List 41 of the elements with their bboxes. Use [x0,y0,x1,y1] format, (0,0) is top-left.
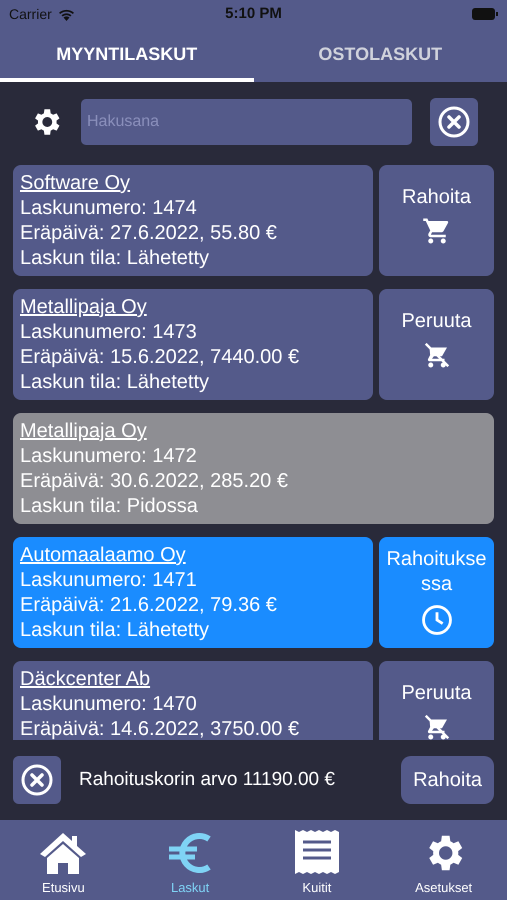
invoice-card[interactable]: Metallipaja Oy Laskunumero: 1473 Eräpäivä: 15.6.2022, 7440.00 € Laskun tila: Lähetetty [13,289,373,400]
invoice-action-button[interactable]: Rahoitukse ssa [379,537,494,648]
company-name[interactable]: Automaalaamo Oy [20,543,186,568]
invoice-status: Laskun tila: Lähetetty [20,618,210,643]
invoice-number: Laskunumero: 1474 [20,196,198,221]
invoice-status: Laskun tila: Lähetetty [20,246,210,271]
invoice-status: Laskun tila: Pidossa [20,494,199,519]
clock-icon [420,603,454,637]
wifi-icon [58,8,75,20]
invoice-number: Laskunumero: 1470 [20,692,198,717]
nav-tab[interactable]: Asetukset [380,820,507,900]
invoice-number: Laskunumero: 1473 [20,320,198,345]
nav-tab[interactable]: Kuitit [254,820,380,900]
due-date: Eräpäivä: 30.6.2022, 285.20 € [20,469,289,494]
nav-tab[interactable]: Etusivu [0,820,127,900]
tab[interactable]: MYYNTILASKUT [0,28,254,82]
basket-total: Rahoituskorin arvo 11190.00 € [79,768,336,792]
invoice-number: Laskunumero: 1472 [20,444,198,469]
due-date: Eräpäivä: 14.6.2022, 3750.00 € [20,717,300,740]
invoice-action-button[interactable]: Peruuta [379,289,494,400]
due-date: Eräpäivä: 27.6.2022, 55.80 € [20,221,278,246]
tab[interactable]: OSTOLASKUT [254,28,507,82]
due-date: Eräpäivä: 21.6.2022, 79.36 € [20,593,278,618]
company-name[interactable]: Metallipaja Oy [20,295,147,320]
invoice-card[interactable]: Däckcenter Ab Laskunumero: 1470 Eräpäivä: 14.6.2022, 3750.00 € [13,661,373,740]
invoice-status: Laskun tila: Lähetetty [20,370,210,395]
company-name[interactable]: Software Oy [20,171,130,196]
invoice-card[interactable]: Software Oy Laskunumero: 1474 Eräpäivä: 27.6.2022, 55.80 € Laskun tila: Lähetetty [13,165,373,276]
clock-label: 5:10 PM [225,4,282,24]
company-name[interactable]: Däckcenter Ab [20,667,150,692]
finance-button[interactable]: Rahoita [401,756,494,804]
clear-button[interactable] [430,98,478,146]
invoice-number: Laskunumero: 1471 [20,568,198,593]
battery-icon [472,8,498,20]
invoice-action-button[interactable]: Peruuta [379,661,494,740]
clear-basket-button[interactable] [13,756,61,804]
invoice-card[interactable]: Automaalaamo Oy Laskunumero: 1471 Eräpäivä: 21.6.2022, 79.36 € Laskun tila: Lähetetty [13,537,373,648]
due-date: Eräpäivä: 15.6.2022, 7440.00 € [20,345,300,370]
nav-tab[interactable]: Laskut [126,820,254,900]
invoice-action-button[interactable]: Rahoita [379,165,494,276]
carrier-label: Carrier [9,4,52,24]
